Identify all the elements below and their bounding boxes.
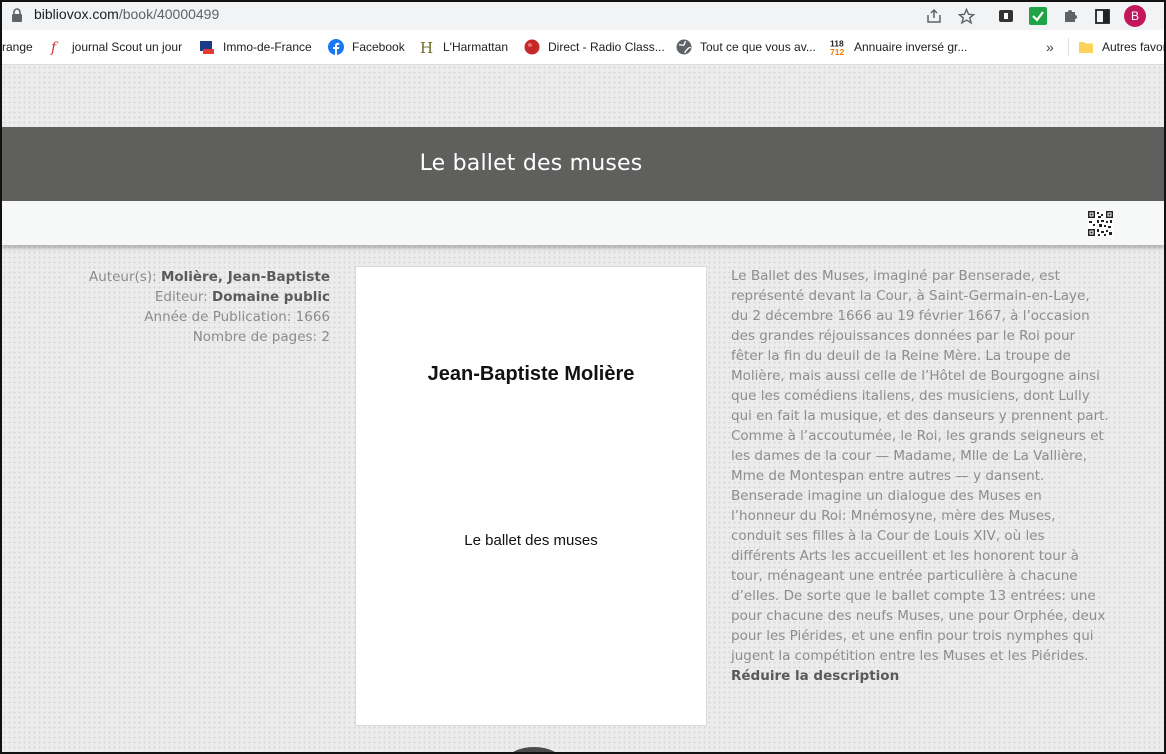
bookmark-item[interactable]: H L'Harmattan xyxy=(419,38,508,57)
bookmark-item[interactable]: Direct - Radio Class... xyxy=(524,38,665,56)
meta-author-value[interactable]: Molière, Jean-Baptiste xyxy=(161,269,330,285)
bookmarks-divider xyxy=(1068,38,1069,56)
omnibox[interactable]: bibliovox.com/book/40000499 xyxy=(2,2,992,28)
bookmark-label: journal Scout un jour xyxy=(72,40,183,54)
bookmark-label: Autres favor xyxy=(1102,40,1166,54)
lock-icon xyxy=(12,8,22,22)
bookmark-label: range xyxy=(2,40,33,54)
page-content: Le ballet des muses Auteur(s): Molière, … xyxy=(2,65,1164,752)
scroll-button[interactable] xyxy=(506,747,562,752)
book-description: Le Ballet des Muses, imaginé par Bensera… xyxy=(731,266,1109,686)
meta-publisher-value[interactable]: Domaine public xyxy=(212,289,330,305)
qr-code-icon[interactable] xyxy=(1088,211,1113,236)
bookmark-label: Annuaire inversé gr... xyxy=(854,40,968,54)
extension-check-icon[interactable] xyxy=(1028,6,1048,26)
more-bookmarks-chevron-icon[interactable]: » xyxy=(1046,38,1054,56)
bookmark-item[interactable]: Immo-de-France xyxy=(199,38,312,56)
meta-pages: Nombre de pages: 2 xyxy=(62,327,330,347)
meta-year-label: Année de Publication: xyxy=(144,309,292,325)
bookmark-item[interactable]: Tout ce que vous av... xyxy=(676,38,816,56)
book-cover[interactable]: Jean-Baptiste Molière Le ballet des muse… xyxy=(355,266,707,726)
extensions-puzzle-icon[interactable] xyxy=(1060,6,1080,26)
svg-text:f: f xyxy=(50,40,59,55)
bookmark-item[interactable]: range xyxy=(2,38,33,56)
title-band: Le ballet des muses xyxy=(2,127,1164,201)
meta-year-value: 1666 xyxy=(295,309,330,325)
meta-publisher: Editeur: Domaine public xyxy=(62,287,330,307)
red-f-icon: f xyxy=(48,39,64,56)
meta-author: Auteur(s): Molière, Jean-Baptiste xyxy=(62,267,330,287)
folder-icon xyxy=(1078,39,1094,55)
radio-icon xyxy=(524,39,540,55)
url-path: /book/40000499 xyxy=(118,6,220,22)
description-text: Le Ballet des Muses, imaginé par Bensera… xyxy=(731,268,1109,664)
address-bar: bibliovox.com/book/40000499 B xyxy=(2,2,1164,30)
meta-author-label: Auteur(s): xyxy=(89,269,157,285)
book-metadata: Auteur(s): Molière, Jean-Baptiste Editeu… xyxy=(62,267,330,347)
share-icon[interactable] xyxy=(924,6,944,26)
bookmark-star-icon[interactable] xyxy=(956,6,976,26)
reduce-description-link[interactable]: Réduire la description xyxy=(731,666,899,686)
meta-year: Année de Publication: 1666 xyxy=(62,307,330,327)
bookmark-item[interactable]: 118 712 Annuaire inversé gr... xyxy=(830,38,968,58)
url-text[interactable]: bibliovox.com/book/40000499 xyxy=(34,6,219,22)
globe-icon xyxy=(676,39,692,55)
extension-bookmark-icon[interactable] xyxy=(996,6,1016,26)
cover-title: Le ballet des muses xyxy=(464,532,598,549)
bookmark-item[interactable]: f journal Scout un jour xyxy=(48,38,182,56)
svg-text:712: 712 xyxy=(830,47,844,57)
immo-icon xyxy=(199,39,215,55)
page-title: Le ballet des muses xyxy=(419,151,643,176)
meta-publisher-label: Editeur: xyxy=(154,289,208,305)
bookmark-label: Immo-de-France xyxy=(223,40,312,54)
harmattan-icon: H xyxy=(419,39,435,57)
browser-window: bibliovox.com/book/40000499 B range f jo… xyxy=(0,0,1166,754)
bookmark-item[interactable]: Facebook xyxy=(328,38,405,56)
url-domain: bibliovox.com xyxy=(34,6,119,22)
svg-text:H: H xyxy=(420,39,433,55)
bookmark-label: Tout ce que vous av... xyxy=(700,40,816,54)
cover-author: Jean-Baptiste Molière xyxy=(427,363,635,385)
bookmark-label: Facebook xyxy=(352,40,405,54)
bookmarks-bar: range f journal Scout un jour Immo-de-Fr… xyxy=(2,30,1164,65)
side-panel-icon[interactable] xyxy=(1092,6,1112,26)
meta-pages-label: Nombre de pages: xyxy=(192,329,318,345)
profile-avatar[interactable]: B xyxy=(1124,5,1146,27)
facebook-icon xyxy=(328,39,344,55)
toolbar-strip xyxy=(2,201,1164,245)
meta-pages-value: 2 xyxy=(321,329,330,345)
bookmark-item-other-folder[interactable]: Autres favor xyxy=(1078,38,1166,56)
118-icon: 118 712 xyxy=(830,39,846,58)
bookmark-label: L'Harmattan xyxy=(443,40,508,54)
bookmark-label: Direct - Radio Class... xyxy=(548,40,665,54)
